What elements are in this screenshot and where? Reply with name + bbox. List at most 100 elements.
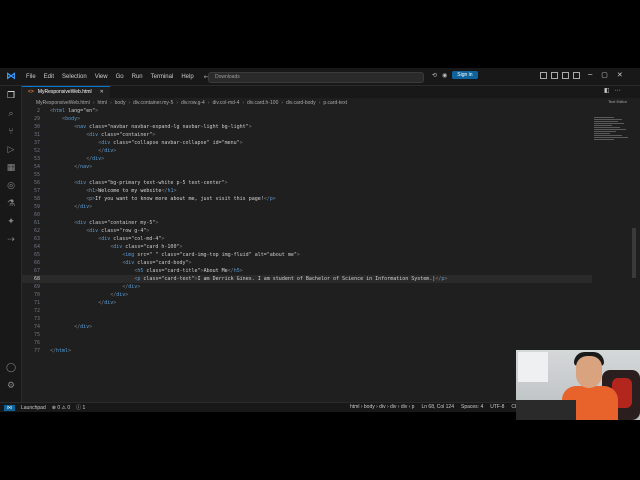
minimap[interactable] (594, 116, 630, 156)
extensions-icon[interactable]: ▦ (5, 162, 17, 174)
code-line[interactable]: 77 </html> (22, 347, 592, 355)
breadcrumb-item[interactable]: body (115, 100, 126, 106)
minimize-icon[interactable]: ─ (588, 71, 592, 79)
cursor-position[interactable]: Ln 68, Col 124 (421, 404, 454, 410)
problems-status[interactable]: ⊗ 0 ⚠ 0 (52, 405, 70, 411)
indentation[interactable]: Spaces: 4 (461, 404, 483, 410)
breadcrumb-item[interactable]: div.col-md-4 (213, 100, 240, 106)
explorer-icon[interactable]: ❐ (5, 90, 17, 102)
close-window-icon[interactable]: ✕ (617, 71, 623, 79)
code-line[interactable]: 73 (22, 315, 592, 323)
remote-explorer-icon[interactable]: ◎ (5, 180, 17, 192)
code-text[interactable]: <div class="container my-5"> (50, 219, 158, 227)
remote-indicator-icon[interactable]: ⋈ (4, 404, 15, 411)
code-line[interactable]: 71 </div> (22, 299, 592, 307)
code-line[interactable]: 76 (22, 339, 592, 347)
code-line[interactable]: 57 <h1>Welcome to my website</h1> (22, 187, 592, 195)
breadcrumb-item[interactable]: div.card.h-100 (247, 100, 278, 106)
code-text[interactable]: <h5 class="card-title">About Me</h5> (50, 267, 242, 275)
toggle-secondary-sidebar-icon[interactable] (562, 72, 569, 79)
breadcrumb-item[interactable]: html (98, 100, 107, 106)
code-line[interactable]: 67 <h5 class="card-title">About Me</h5> (22, 267, 592, 275)
vertical-scrollbar[interactable] (632, 228, 636, 278)
code-editor[interactable]: 2 <html lang="en"> 29 <body> 30 <nav class=… (22, 107, 592, 402)
menu-file[interactable]: File (22, 74, 40, 80)
code-line[interactable]: 72 (22, 307, 592, 315)
code-text[interactable]: </nav> (50, 163, 92, 171)
code-text[interactable]: <nav class="navbar navbar-expand-lg navb… (50, 123, 252, 131)
menu-selection[interactable]: Selection (58, 74, 91, 80)
code-line[interactable]: 31 <div class="container"> (22, 131, 592, 139)
run-debug-icon[interactable]: ▷ (5, 144, 17, 156)
code-line[interactable]: 30 <nav class="navbar navbar-expand-lg n… (22, 123, 592, 131)
tab-myresponsiveweb[interactable]: <> MyResponsiveWeb.html ✕ (22, 86, 110, 98)
code-text[interactable]: </div> (50, 291, 128, 299)
code-text[interactable]: </div> (50, 147, 116, 155)
code-text[interactable]: <p class="card-text">I am Derrick Gines.… (50, 275, 447, 283)
code-line[interactable]: 68 <p class="card-text">I am Derrick Gin… (22, 275, 592, 283)
open-preview-icon[interactable]: ◧ (604, 87, 610, 94)
menu-edit[interactable]: Edit (40, 74, 58, 80)
code-text[interactable]: <body> (50, 115, 80, 123)
code-line[interactable]: 55 (22, 171, 592, 179)
menu-help[interactable]: Help (177, 74, 197, 80)
code-text[interactable]: <div class="col-md-4"> (50, 235, 164, 243)
code-text[interactable]: <img src=" " class="card-img-top img-flu… (50, 251, 300, 259)
menu-run[interactable]: Run (128, 74, 147, 80)
code-line[interactable]: 60 (22, 211, 592, 219)
code-line[interactable]: 53 </div> (22, 155, 592, 163)
code-text[interactable]: </div> (50, 203, 92, 211)
sign-in-button[interactable]: Sign in (452, 71, 478, 79)
menu-terminal[interactable]: Terminal (147, 74, 178, 80)
code-text[interactable]: <div class="bg-primary text-white p-5 te… (50, 179, 228, 187)
live-share-icon[interactable]: ⇢ (5, 234, 17, 246)
code-text[interactable]: </div> (50, 299, 116, 307)
copilot-icon[interactable]: ⟲ (432, 72, 437, 79)
code-line[interactable]: 59 </div> (22, 203, 592, 211)
menu-view[interactable]: View (91, 74, 112, 80)
code-line[interactable]: 65 <img src=" " class="card-img-top img-… (22, 251, 592, 259)
info-status[interactable]: ⓘ 1 (76, 404, 85, 411)
encoding[interactable]: UTF-8 (490, 404, 504, 410)
code-text[interactable]: <div class="card-body"> (50, 259, 191, 267)
source-control-icon[interactable]: ⑂ (5, 126, 17, 138)
code-line[interactable]: 70 </div> (22, 291, 592, 299)
code-line[interactable]: 69 </div> (22, 283, 592, 291)
code-text[interactable]: <h1>Welcome to my website</h1> (50, 187, 176, 195)
code-line[interactable]: 74 </div> (22, 323, 592, 331)
code-line[interactable]: 58 <p>If you want to know more about me,… (22, 195, 592, 203)
toggle-sidebar-icon[interactable] (540, 72, 547, 79)
maximize-icon[interactable]: ▢ (601, 71, 608, 79)
breadcrumb-item[interactable]: div.container.my-5 (133, 100, 173, 106)
code-line[interactable]: 52 </div> (22, 147, 592, 155)
code-text[interactable]: <div class="collapse navbar-collapse" id… (50, 139, 243, 147)
code-line[interactable]: 54 </nav> (22, 163, 592, 171)
code-line[interactable]: 2 <html lang="en"> (22, 107, 592, 115)
code-text[interactable]: <div class="container"> (50, 131, 155, 139)
code-text[interactable]: </div> (50, 323, 92, 331)
command-center-search[interactable]: Downloads (208, 72, 424, 83)
code-line[interactable]: 75 (22, 331, 592, 339)
launchpad-status[interactable]: Launchpad (21, 405, 46, 411)
code-text[interactable]: <div class="card h-100"> (50, 243, 182, 251)
breadcrumb-item[interactable]: MyResponsiveWeb.html (36, 100, 90, 106)
code-text[interactable]: </div> (50, 155, 104, 163)
menu-go[interactable]: Go (112, 74, 128, 80)
customize-layout-icon[interactable] (573, 72, 580, 79)
more-actions-icon[interactable]: ⋯ (615, 87, 621, 94)
account-icon[interactable]: ◉ (442, 72, 447, 79)
testing-icon[interactable]: ⚗ (5, 198, 17, 210)
search-icon[interactable]: ⌕ (5, 108, 17, 120)
code-line[interactable]: 37 <div class="collapse navbar-collapse"… (22, 139, 592, 147)
code-line[interactable]: 56 <div class="bg-primary text-white p-5… (22, 179, 592, 187)
code-text[interactable]: <html lang="en"> (50, 107, 98, 115)
manage-gear-icon[interactable]: ⚙ (5, 380, 17, 392)
code-line[interactable]: 61 <div class="container my-5"> (22, 219, 592, 227)
code-line[interactable]: 66 <div class="card-body"> (22, 259, 592, 267)
breadcrumb-item[interactable]: p.card-text (323, 100, 347, 106)
code-line[interactable]: 62 <div class="row g-4"> (22, 227, 592, 235)
code-line[interactable]: 64 <div class="card h-100"> (22, 243, 592, 251)
breadcrumb-item[interactable]: div.row.g-4 (181, 100, 205, 106)
breadcrumb-item[interactable]: div.card-body (286, 100, 316, 106)
code-line[interactable]: 29 <body> (22, 115, 592, 123)
